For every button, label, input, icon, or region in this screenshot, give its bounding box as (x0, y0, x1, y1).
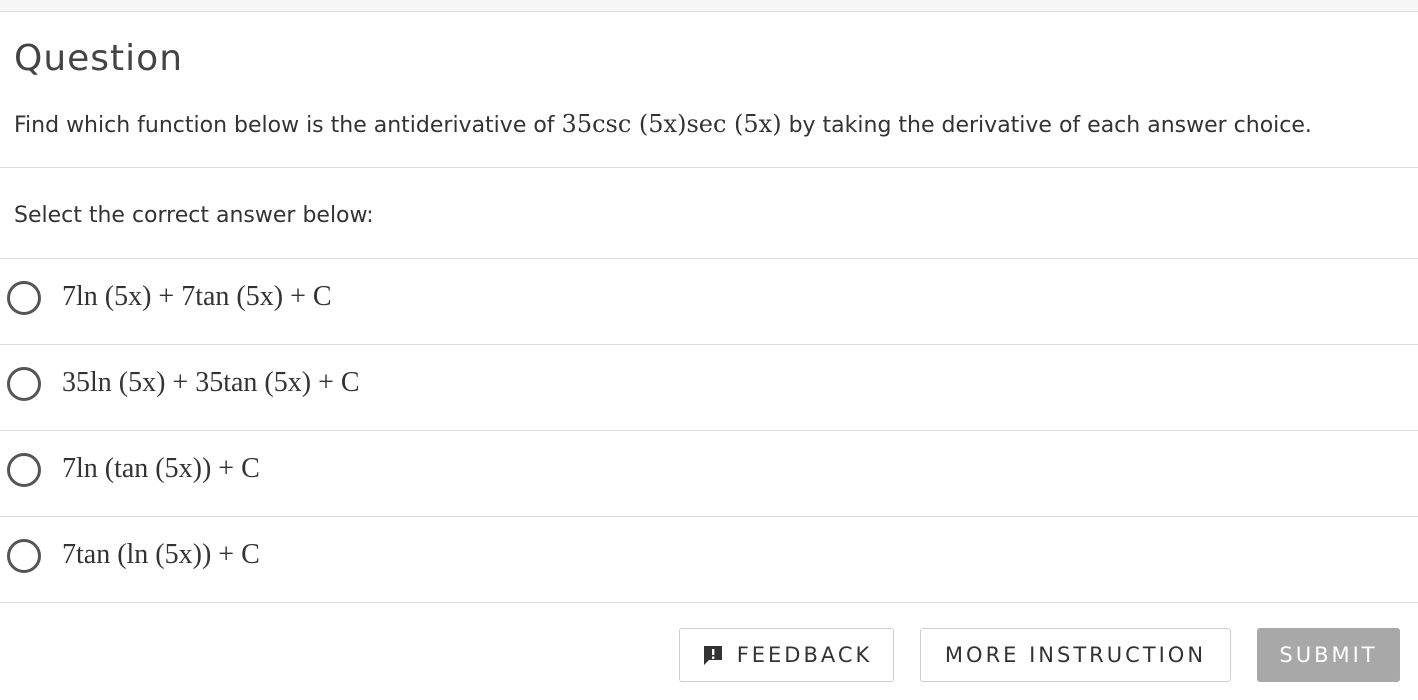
answer-option-label: 35ln (5x) + 35tan (5x) + C (62, 367, 360, 398)
answer-instruction: Select the correct answer below: (14, 203, 374, 228)
answer-option-3[interactable]: 7ln (tan (5x)) + C (0, 431, 1418, 517)
radio-unchecked-icon[interactable] (7, 453, 41, 487)
more-instruction-button[interactable]: MORE INSTRUCTION (920, 628, 1231, 682)
divider (0, 167, 1418, 168)
answer-option-label: 7ln (5x) + 7tan (5x) + C (62, 281, 332, 312)
top-bar (0, 0, 1418, 12)
feedback-icon (701, 643, 725, 667)
submit-button[interactable]: SUBMIT (1257, 628, 1400, 682)
divider (0, 602, 1418, 603)
prompt-expression: 35csc (5x)sec (5x) (561, 110, 782, 138)
feedback-button-label: FEEDBACK (736, 643, 873, 667)
question-prompt: Find which function below is the antider… (14, 110, 1312, 138)
answer-option-label: 7tan (ln (5x)) + C (62, 539, 260, 570)
prompt-text-before: Find which function below is the antider… (14, 113, 555, 138)
answer-option-4[interactable]: 7tan (ln (5x)) + C (0, 517, 1418, 603)
radio-unchecked-icon[interactable] (7, 539, 41, 573)
answer-option-1[interactable]: 7ln (5x) + 7tan (5x) + C (0, 259, 1418, 345)
feedback-button[interactable]: FEEDBACK (679, 628, 894, 682)
radio-unchecked-icon[interactable] (7, 281, 41, 315)
answer-option-label: 7ln (tan (5x)) + C (62, 453, 260, 484)
radio-unchecked-icon[interactable] (7, 367, 41, 401)
more-instruction-button-label: MORE INSTRUCTION (944, 643, 1207, 667)
answer-option-2[interactable]: 35ln (5x) + 35tan (5x) + C (0, 345, 1418, 431)
question-heading: Question (14, 38, 184, 79)
submit-button-label: SUBMIT (1279, 643, 1378, 667)
prompt-text-after: by taking the derivative of each answer … (788, 113, 1312, 138)
